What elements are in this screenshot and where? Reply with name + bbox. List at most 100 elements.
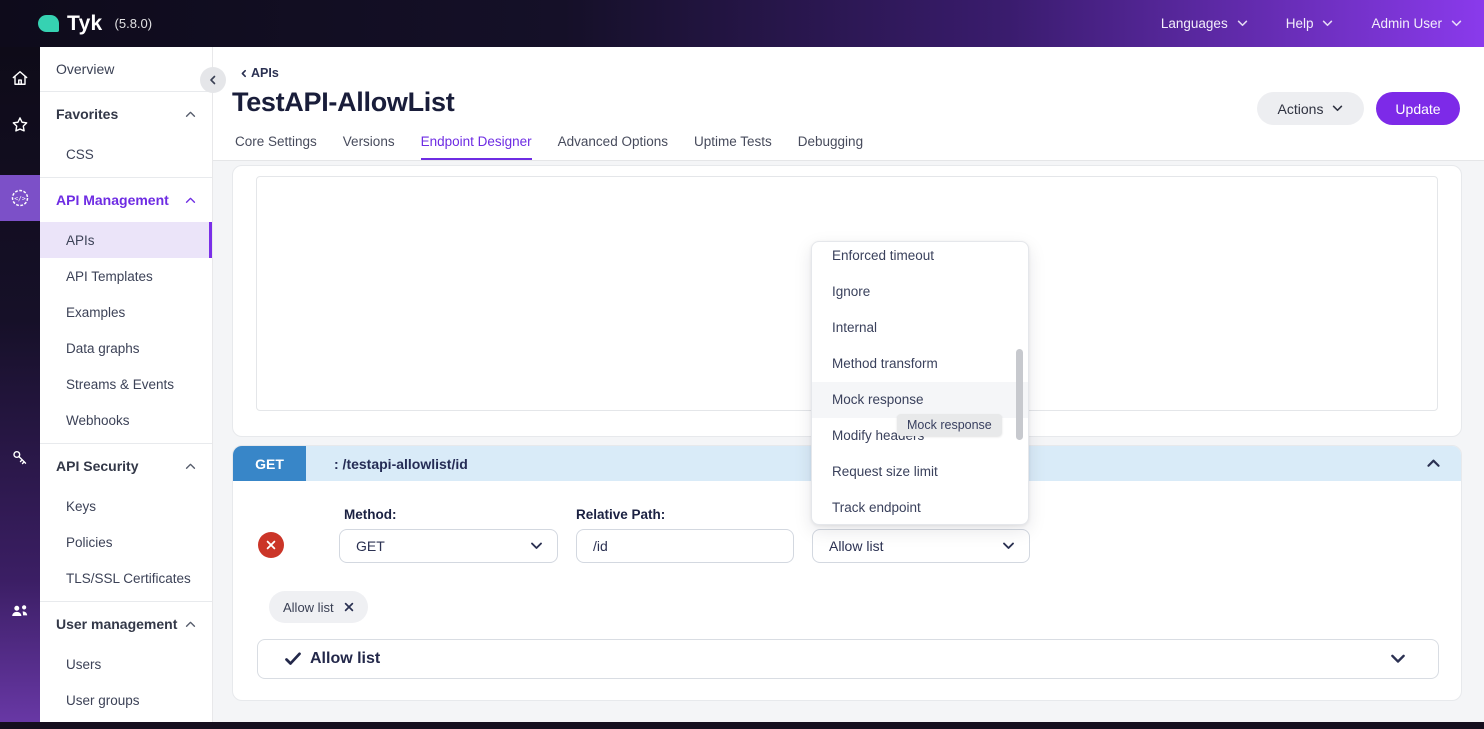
allow-list-panel[interactable]: Allow list <box>257 639 1439 679</box>
sidebar-item-user-groups[interactable]: User groups <box>40 682 212 718</box>
method-field-label: Method: <box>344 507 397 522</box>
dropdown-scrollbar-thumb[interactable] <box>1016 349 1023 440</box>
method-select[interactable]: GET <box>339 529 558 563</box>
languages-menu[interactable]: Languages <box>1161 16 1248 31</box>
sidebar-section-api-management: API Management APIs API Templates Exampl… <box>40 178 212 444</box>
actions-button-label: Actions <box>1277 100 1324 117</box>
sidebar-item-overview[interactable]: Overview <box>40 47 212 92</box>
tab-bar: Core Settings Versions Endpoint Designer… <box>235 134 863 160</box>
sidebar-item-streams-events[interactable]: Streams & Events <box>40 366 212 402</box>
sidebar-item-api-templates[interactable]: API Templates <box>40 258 212 294</box>
plugin-select[interactable]: Allow list <box>812 529 1030 563</box>
dropdown-item-mock-response[interactable]: Mock response <box>812 382 1028 418</box>
admin-user-menu[interactable]: Admin User <box>1371 16 1462 31</box>
apis-label: APIs <box>66 232 95 248</box>
sidebar-header-api-management[interactable]: API Management <box>40 178 212 222</box>
sidebar-item-keys[interactable]: Keys <box>40 488 212 524</box>
sidebar-header-api-security[interactable]: API Security <box>40 444 212 488</box>
css-label: CSS <box>66 146 94 162</box>
method-badge: GET <box>233 446 306 481</box>
policies-label: Policies <box>66 534 113 550</box>
actions-button[interactable]: Actions <box>1257 92 1364 125</box>
tls-ssl-label: TLS/SSL Certificates <box>66 570 191 586</box>
tab-endpoint-designer[interactable]: Endpoint Designer <box>420 134 532 160</box>
favorites-header-label: Favorites <box>56 106 119 122</box>
data-graphs-label: Data graphs <box>66 340 140 356</box>
brand-name: Tyk <box>67 11 103 35</box>
relative-path-input[interactable] <box>576 529 794 563</box>
tab-advanced-options[interactable]: Advanced Options <box>558 134 668 160</box>
sidebar-item-users[interactable]: Users <box>40 646 212 682</box>
chevron-up-icon <box>185 621 196 627</box>
relative-path-field-label: Relative Path: <box>576 507 666 522</box>
api-gear-icon[interactable]: </> <box>0 175 40 221</box>
top-navbar: Tyk (5.8.0) Languages Help Admin User <box>0 0 1484 47</box>
update-button-label: Update <box>1395 100 1441 117</box>
close-icon <box>266 540 276 550</box>
sidebar-item-css[interactable]: CSS <box>40 136 212 172</box>
tyk-logo[interactable]: Tyk (5.8.0) <box>38 12 152 36</box>
app-window: Tyk (5.8.0) Languages Help Admin User </… <box>0 0 1484 729</box>
sidebar-item-examples[interactable]: Examples <box>40 294 212 330</box>
version-label: (5.8.0) <box>114 16 153 31</box>
dropdown-item-request-size-limit[interactable]: Request size limit <box>812 454 1028 490</box>
users-icon[interactable] <box>0 591 40 631</box>
chevron-down-icon <box>531 542 542 549</box>
page-title: TestAPI-AllowList <box>232 87 455 117</box>
sidebar-header-favorites[interactable]: Favorites <box>40 92 212 136</box>
sidebar-item-data-graphs[interactable]: Data graphs <box>40 330 212 366</box>
help-label: Help <box>1285 16 1314 31</box>
chevron-up-icon <box>1427 459 1440 467</box>
chevron-down-icon <box>1003 542 1014 549</box>
expand-panel-icon[interactable] <box>1390 654 1406 664</box>
update-button[interactable]: Update <box>1376 92 1460 125</box>
breadcrumb[interactable]: APIs <box>240 66 279 80</box>
sidebar-item-webhooks[interactable]: Webhooks <box>40 402 212 438</box>
tab-core-settings[interactable]: Core Settings <box>235 134 317 160</box>
users-label: Users <box>66 656 102 672</box>
chevron-up-icon <box>185 463 196 469</box>
help-menu[interactable]: Help <box>1286 16 1334 31</box>
remove-endpoint-button[interactable] <box>258 532 284 558</box>
plugin-dropdown: Enforced timeout Ignore Internal Method … <box>811 241 1029 525</box>
chevron-down-icon <box>1323 20 1333 27</box>
sidebar-section-favorites: Favorites CSS <box>40 92 212 178</box>
dropdown-item-enforced-timeout[interactable]: Enforced timeout <box>812 242 1028 274</box>
sidebar-item-apis[interactable]: APIs <box>40 222 212 258</box>
dropdown-item-ignore[interactable]: Ignore <box>812 274 1028 310</box>
chevron-up-icon <box>185 111 196 117</box>
breadcrumb-label: APIs <box>251 66 279 80</box>
sidebar-header-user-management[interactable]: User management <box>40 602 212 646</box>
icon-rail: </> <box>0 47 40 729</box>
window-bottom-edge <box>0 722 1484 729</box>
sidebar-item-policies[interactable]: Policies <box>40 524 212 560</box>
dropdown-item-method-transform[interactable]: Method transform <box>812 346 1028 382</box>
user-management-header-label: User management <box>56 616 178 632</box>
collapse-endpoint-icon[interactable] <box>1426 455 1441 473</box>
sidebar-collapse-button[interactable] <box>200 67 226 93</box>
webhooks-label: Webhooks <box>66 412 130 428</box>
tab-debugging[interactable]: Debugging <box>798 134 863 160</box>
key-icon[interactable] <box>0 438 40 478</box>
page-header: APIs TestAPI-AllowList Core Settings Ver… <box>213 47 1484 161</box>
remove-chip-icon[interactable] <box>344 602 354 612</box>
tooltip-label: Mock response <box>907 418 992 432</box>
languages-label: Languages <box>1160 16 1228 31</box>
admin-user-label: Admin User <box>1371 16 1442 31</box>
chevron-down-icon <box>1391 654 1405 663</box>
sidebar-overview-label: Overview <box>56 61 115 77</box>
plugin-dropdown-list: Enforced timeout Ignore Internal Method … <box>812 242 1028 524</box>
tab-versions[interactable]: Versions <box>343 134 395 160</box>
dropdown-item-internal[interactable]: Internal <box>812 310 1028 346</box>
chevron-left-icon <box>210 75 216 85</box>
tab-uptime-tests[interactable]: Uptime Tests <box>694 134 772 160</box>
home-icon[interactable] <box>0 58 40 98</box>
api-templates-label: API Templates <box>66 268 153 284</box>
star-icon[interactable] <box>0 105 40 145</box>
chevron-down-icon <box>1333 105 1343 112</box>
sidebar-item-tls-ssl-certificates[interactable]: TLS/SSL Certificates <box>40 560 212 596</box>
chevron-up-icon <box>185 197 196 203</box>
dropdown-item-track-endpoint[interactable]: Track endpoint <box>812 490 1028 524</box>
user-groups-label: User groups <box>66 692 140 708</box>
streams-events-label: Streams & Events <box>66 376 175 392</box>
